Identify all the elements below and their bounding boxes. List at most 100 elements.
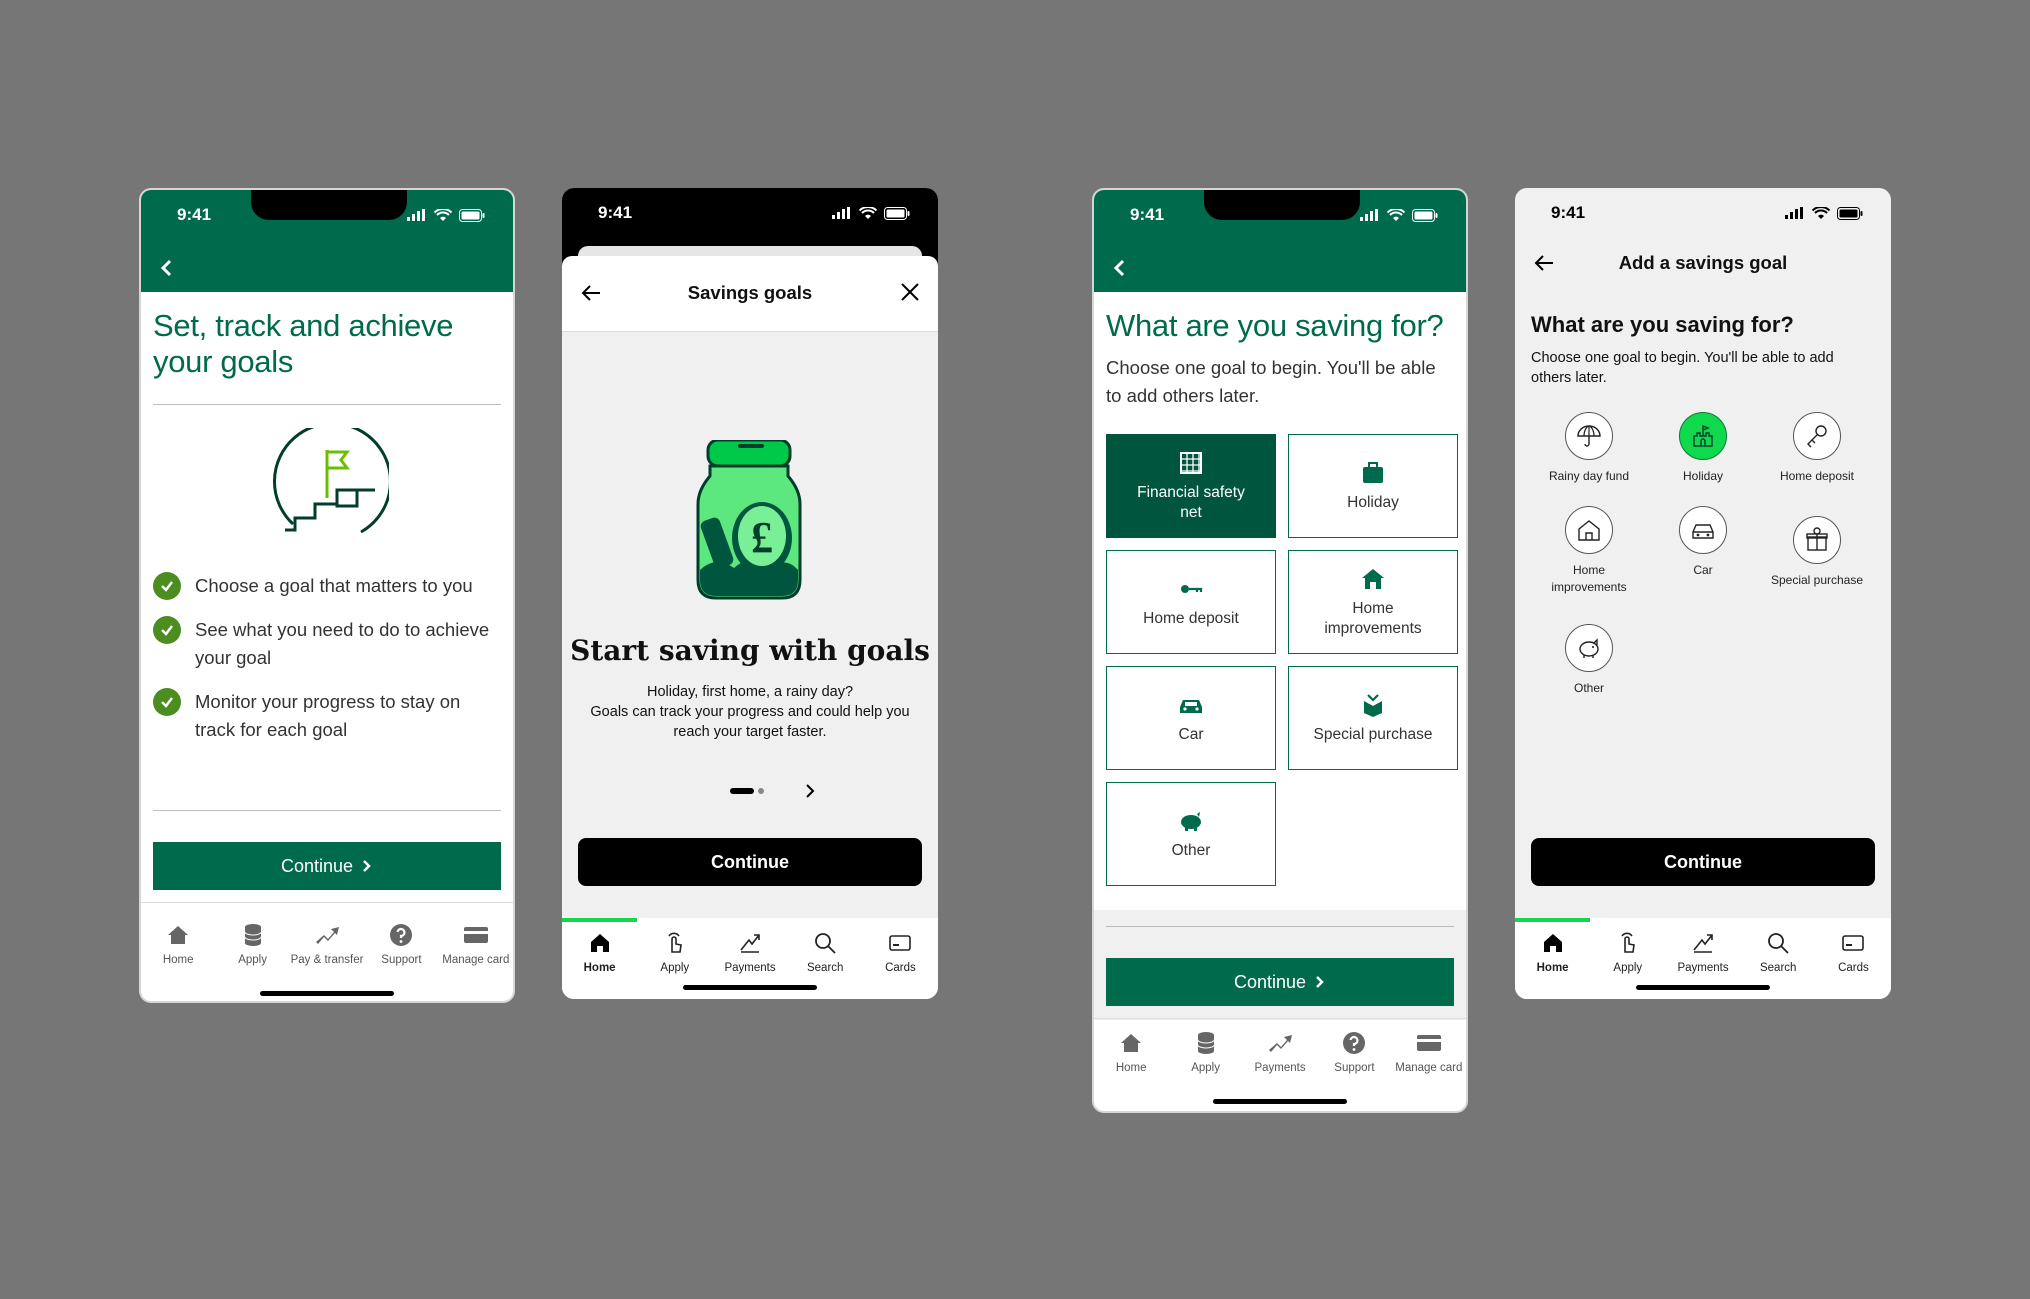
divider <box>153 404 501 405</box>
signal-icon <box>1785 207 1803 219</box>
status-time: 9:41 <box>598 203 633 222</box>
tap-icon <box>668 932 682 953</box>
screen-goals-intro: 9:41 Set, track and achieve your goals C… <box>139 188 515 1003</box>
goal-tile-other[interactable]: Other <box>1106 782 1276 886</box>
card-icon <box>463 927 488 943</box>
nav-payments[interactable]: Payments <box>712 930 787 974</box>
nav-apply[interactable]: Apply <box>215 922 289 966</box>
wifi-icon <box>434 208 452 221</box>
signal-icon <box>1360 209 1378 221</box>
header-bar: 9:41 <box>141 190 513 292</box>
nav-cards[interactable]: Cards <box>1816 930 1891 974</box>
nav-divider <box>1094 1018 1466 1019</box>
status-time: 9:41 <box>1130 205 1165 224</box>
nav-search[interactable]: Search <box>1741 930 1816 974</box>
nav-support[interactable]: Support <box>1317 1030 1391 1074</box>
nav-home[interactable]: Home <box>1094 1030 1168 1074</box>
goal-tile-home-improvements[interactable]: Home improvements <box>1288 550 1458 654</box>
back-chevron-icon[interactable] <box>155 256 179 280</box>
continue-button[interactable]: Continue <box>1531 838 1875 886</box>
page-title: What are you saving for? <box>1531 312 1794 337</box>
active-indicator <box>1515 918 1590 922</box>
nav-apply[interactable]: Apply <box>1168 1030 1242 1074</box>
check-icon <box>153 688 181 716</box>
payments-icon <box>1693 934 1713 953</box>
nav-payments[interactable]: Payments <box>1243 1030 1317 1074</box>
nav-home[interactable]: Home <box>562 930 637 974</box>
status-bar: 9:41 <box>562 188 938 238</box>
benefit-item: Monitor your progress to stay on track f… <box>153 688 501 744</box>
sheet-title: Savings goals <box>687 282 813 303</box>
nav-home[interactable]: Home <box>1515 930 1590 974</box>
continue-button[interactable]: Continue <box>1106 958 1454 1006</box>
nav-apply[interactable]: Apply <box>1590 930 1665 974</box>
next-chevron-icon[interactable] <box>802 782 818 800</box>
suitcase-icon <box>1363 462 1383 483</box>
nav-payments[interactable]: Payments <box>1665 930 1740 974</box>
car-icon <box>1180 700 1202 713</box>
goal-option-holiday[interactable]: Holiday <box>1646 412 1760 485</box>
battery-icon <box>884 206 910 220</box>
transfer-icon <box>1269 1035 1293 1052</box>
screen-savings-goals-intro: 9:41 Savings goals £ Start saving with g… <box>562 188 938 999</box>
signal-icon <box>407 209 425 221</box>
wifi-icon <box>1387 208 1405 221</box>
search-icon <box>815 933 836 954</box>
tap-icon <box>1621 932 1635 953</box>
card-icon <box>889 935 912 951</box>
dot <box>758 788 764 794</box>
back-chevron-icon[interactable] <box>1108 256 1132 280</box>
home-indicator <box>1213 1099 1347 1104</box>
dot-active <box>730 788 754 794</box>
home-icon <box>1121 1034 1142 1052</box>
nav-apply[interactable]: Apply <box>637 930 712 974</box>
svg-text:£: £ <box>751 513 773 562</box>
coins-icon <box>1197 1032 1215 1054</box>
page-title: What are you saving for? <box>1106 308 1444 343</box>
chevron-right-icon <box>1316 976 1324 988</box>
gift-icon <box>1806 527 1828 551</box>
nav-pay-transfer[interactable]: Pay & transfer <box>290 922 364 966</box>
goal-tile-holiday[interactable]: Holiday <box>1288 434 1458 538</box>
nav-manage-card[interactable]: Manage card <box>439 922 513 966</box>
notch <box>251 190 407 220</box>
benefit-item: Choose a goal that matters to you <box>153 572 501 600</box>
coins-icon <box>244 924 262 946</box>
continue-button[interactable]: Continue <box>578 838 922 886</box>
goal-option-rainy-day-fund[interactable]: Rainy day fund <box>1532 412 1646 485</box>
battery-icon <box>1837 206 1863 220</box>
header-title: Add a savings goal <box>1618 252 1788 273</box>
piggy-bank-icon <box>1579 638 1599 658</box>
benefit-item: See what you need to do to achieve your … <box>153 616 501 672</box>
close-icon[interactable] <box>900 282 920 302</box>
nav-search[interactable]: Search <box>788 930 863 974</box>
goal-option-other[interactable]: Other <box>1532 624 1646 697</box>
home-indicator <box>260 991 394 996</box>
continue-button[interactable]: Continue <box>153 842 501 890</box>
goal-option-home-improvements[interactable]: Home improvements <box>1532 506 1646 596</box>
goal-tile-home-deposit[interactable]: Home deposit <box>1106 550 1276 654</box>
goal-tile-special-purchase[interactable]: Special purchase <box>1288 666 1458 770</box>
nav-support[interactable]: Support <box>364 922 438 966</box>
headline: Start saving with goals <box>570 634 930 667</box>
bottom-nav: Home Apply Payments Search Cards <box>562 930 938 974</box>
transfer-icon <box>316 927 340 944</box>
help-icon <box>1343 1032 1366 1054</box>
nav-cards[interactable]: Cards <box>863 930 938 974</box>
status-time: 9:41 <box>177 205 212 224</box>
status-time: 9:41 <box>1551 203 1586 222</box>
goal-option-home-deposit[interactable]: Home deposit <box>1760 412 1874 485</box>
nav-manage-card[interactable]: Manage card <box>1392 1030 1466 1074</box>
screen-choose-goal-tiles: 9:41 What are you saving for? Choose one… <box>1092 188 1468 1113</box>
wifi-icon <box>859 206 877 219</box>
goal-tile-financial-safety-net[interactable]: Financial safety net <box>1106 434 1276 538</box>
gift-icon <box>1364 694 1382 717</box>
nav-home[interactable]: Home <box>141 922 215 966</box>
goal-option-car[interactable]: Car <box>1646 506 1760 579</box>
goal-option-special-purchase[interactable]: Special purchase <box>1760 516 1874 589</box>
notch <box>1204 190 1360 220</box>
home-indicator <box>683 985 817 990</box>
nav-divider <box>141 902 513 903</box>
home-icon <box>168 926 189 944</box>
goal-tile-car[interactable]: Car <box>1106 666 1276 770</box>
